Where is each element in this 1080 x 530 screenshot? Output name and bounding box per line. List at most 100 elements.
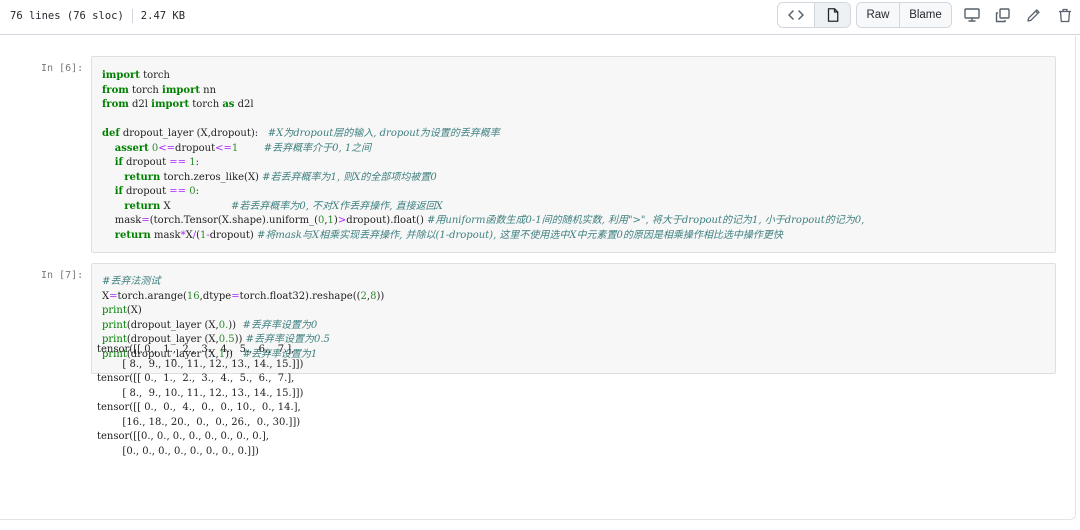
- code-token: torch.arange(: [117, 290, 187, 302]
- code-line: if dropout == 1:: [102, 156, 864, 171]
- code-line: print(dropout_layer (X,0.)) #丢弃率设置为0: [102, 319, 384, 334]
- copy-button[interactable]: [987, 2, 1018, 28]
- code-token: if: [114, 157, 123, 168]
- code-token: >: [337, 215, 347, 226]
- code-line: def dropout_layer (X,dropout): #X为dropou…: [102, 127, 864, 142]
- output-line: tensor([[ 0., 1., 2., 3., 4., 5., 6., 7.…: [97, 373, 295, 384]
- code-token: 0.: [218, 319, 229, 331]
- code-line: return torch.zeros_like(X) #若丢弃概率为1, 则X的…: [102, 171, 864, 186]
- code-line: assert 0<=dropout<=1 #丢弃概率介于0, 1之间: [102, 142, 864, 157]
- code-token: X: [185, 229, 193, 241]
- code-token: dropout_layer (X,dropout):: [119, 128, 268, 139]
- raw-button[interactable]: Raw: [857, 3, 899, 27]
- code-token: (dropout_layer (X,: [126, 319, 219, 331]
- code-token: torch: [128, 84, 163, 96]
- code-token: (X): [126, 305, 142, 316]
- output-line: [ 8., 9., 10., 11., 12., 13., 14., 15.]]…: [97, 387, 304, 399]
- file-info: 76 lines (76 sloc) 2.47 KB: [10, 9, 185, 23]
- code-line: mask=(torch.Tensor(X.shape).uniform_(0,1…: [102, 214, 865, 229]
- monitor-icon: [963, 8, 980, 22]
- blame-button[interactable]: Blame: [899, 3, 951, 27]
- code-token: ==: [169, 186, 187, 197]
- code-token: ==: [169, 157, 187, 168]
- lines-info: 76 lines (76 sloc): [10, 10, 124, 22]
- edit-button[interactable]: [1018, 2, 1049, 28]
- code-token: #丢弃概率介于0, 1之间: [263, 142, 372, 154]
- file-toolbar: Raw Blame: [777, 2, 1080, 28]
- output-line: [0., 0., 0., 0., 0., 0., 0., 0.]]): [97, 445, 259, 457]
- code-token: torch: [139, 70, 170, 81]
- code-token: mask: [102, 215, 142, 226]
- divider: [131, 9, 133, 23]
- code-token: #若丢弃概率为1, 则X的全部项均被置0: [262, 171, 437, 183]
- trash-icon: [1058, 8, 1071, 22]
- code-token: dropout: [122, 157, 170, 168]
- output-line: [ 8., 9., 10., 11., 12., 13., 14., 15.]]…: [97, 358, 304, 370]
- code-line: print(X): [102, 304, 384, 319]
- code-token: (torch.Tensor(X.shape).uniform_(: [149, 215, 318, 226]
- code-token: #丢弃法测试: [102, 276, 161, 287]
- output-line: [16., 18., 20., 0., 0., 26., 0., 30.]]): [97, 416, 301, 428]
- display-button[interactable]: [956, 2, 987, 28]
- code-token: return: [124, 171, 161, 183]
- code-token: #用uniform函数生成0-1间的随机实数, 利用">", 将大于dropou…: [427, 215, 865, 226]
- code-token: torch: [189, 99, 223, 110]
- code-token: def: [102, 128, 120, 139]
- code-token: dropout: [122, 186, 170, 197]
- raw-blame-group: Raw Blame: [856, 2, 952, 28]
- copy-icon: [995, 7, 1010, 22]
- code-token: dropout: [175, 142, 216, 154]
- code-cell: import torch from torch import nn from d2l…: [91, 56, 1056, 253]
- code-token: #丢弃率设置为0: [242, 319, 318, 331]
- code-token: d2l: [234, 99, 254, 110]
- code-icon: [788, 10, 804, 20]
- code-token: assert: [114, 142, 149, 154]
- code-token: <=: [158, 142, 176, 154]
- code-line: return X #若丢弃概率为0, 不对X作丢弃操作, 直接返回X: [102, 200, 864, 215]
- code-token: torch.float32).reshape((: [239, 290, 361, 302]
- code-line: X=torch.arange(16,dtype=torch.float32).r…: [102, 290, 384, 305]
- code-token: <=: [215, 142, 232, 154]
- code-token: from: [102, 84, 129, 96]
- code-token: import: [102, 70, 140, 81]
- code-line: import torch: [102, 69, 864, 84]
- code-token: return: [114, 229, 151, 241]
- code-token: import: [162, 84, 200, 96]
- code-block: import torch from torch import nn from d2l…: [102, 69, 864, 243]
- code-token: #若丢弃概率为0, 不对X作丢弃操作, 直接返回X: [231, 200, 443, 212]
- code-token: #将mask与X相乘实现丢弃操作, 并除以(1-dropout), 这里不使用选…: [256, 229, 783, 241]
- code-token: nn: [199, 84, 217, 96]
- view-toggle: [777, 2, 851, 28]
- code-token: #X为dropout层的输入, dropout为设置的丢弃概率: [267, 128, 500, 139]
- cell-prompt: In [6]:: [41, 63, 84, 74]
- code-token: dropout).float(): [346, 215, 428, 226]
- code-line: from torch import nn: [102, 84, 864, 99]
- file-header: 76 lines (76 sloc) 2.47 KB Raw Blame: [0, 0, 1080, 35]
- code-token: torch.zeros_like(X): [160, 171, 263, 183]
- code-token: )): [376, 290, 385, 302]
- output-line: tensor([[ 0., 1., 2., 3., 4., 5., 6., 7.…: [97, 344, 295, 355]
- code-token: mask: [150, 229, 181, 241]
- output-line: tensor([[ 0., 0., 4., 0., 0., 10., 0., 1…: [97, 402, 301, 413]
- file-icon: [827, 8, 838, 22]
- preview-view-button[interactable]: [814, 3, 850, 27]
- code-token: :: [195, 157, 199, 168]
- delete-button[interactable]: [1049, 2, 1080, 28]
- code-token: d2l: [128, 99, 152, 110]
- code-token: )): [228, 319, 243, 331]
- code-token: as: [222, 99, 235, 110]
- code-token: X: [160, 200, 232, 212]
- code-line: from d2l import torch as d2l: [102, 98, 864, 113]
- code-token: print: [102, 305, 127, 316]
- code-token: ,dtype: [199, 290, 232, 302]
- code-line: return mask*X/(1-dropout) #将mask与X相乘实现丢弃…: [102, 229, 864, 244]
- cell-prompt: In [7]:: [41, 270, 84, 281]
- code-view-button[interactable]: [778, 3, 814, 27]
- code-token: =: [231, 290, 240, 302]
